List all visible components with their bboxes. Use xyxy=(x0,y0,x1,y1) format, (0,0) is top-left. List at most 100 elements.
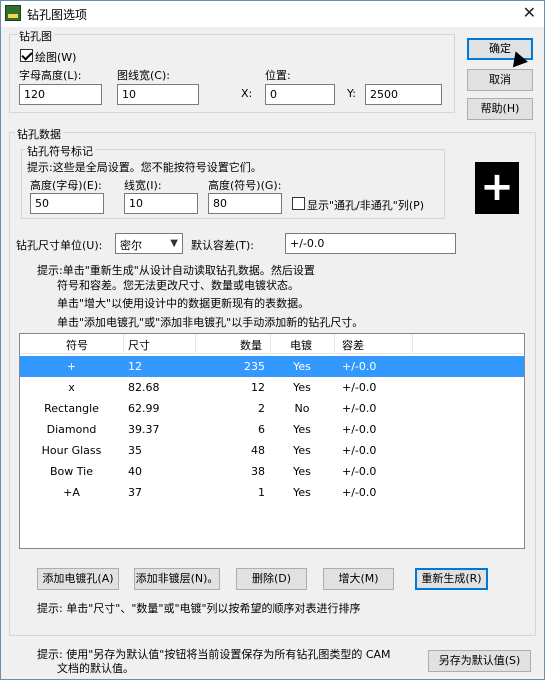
header-tolerance[interactable]: 容差 xyxy=(342,337,364,353)
close-icon[interactable]: ✕ xyxy=(523,3,536,22)
drill-drawing-group-label: 钻孔图 xyxy=(17,28,54,44)
cell-size: 37 xyxy=(128,486,142,499)
header-plated[interactable]: 电镀 xyxy=(290,337,312,353)
cell-size: 62.99 xyxy=(128,402,160,415)
sort-hint: 提示: 单击"尺寸"、"数量"或"电镀"列以按希望的顺序对表进行排序 xyxy=(37,602,361,615)
cell-tolerance: +/-0.0 xyxy=(342,444,377,457)
header-count[interactable]: 数量 xyxy=(240,337,262,353)
y-label: Y: xyxy=(347,87,356,100)
column-divider xyxy=(412,334,413,354)
add-hole-hint: 单击"添加电镀孔"或"添加非电镀孔"以手动添加新的钻孔尺寸。 xyxy=(57,316,364,329)
cell-tolerance: +/-0.0 xyxy=(342,486,377,499)
drill-size-unit-value: 密尔 xyxy=(120,239,142,252)
draw-checkbox[interactable] xyxy=(20,49,33,62)
save-default-hint-line2: 文档的默认值。 xyxy=(57,662,134,675)
x-label: X: xyxy=(241,87,253,100)
cell-count: 235 xyxy=(244,360,265,373)
cell-symbol: x xyxy=(68,381,75,394)
show-plated-column-checkbox[interactable] xyxy=(292,197,305,210)
column-divider xyxy=(270,334,271,354)
table-row[interactable]: Hour Glass 35 48 Yes +/-0.0 xyxy=(20,440,524,461)
table-header: 符号 尺寸 数量 电镀 容差 xyxy=(20,334,524,354)
table-row[interactable]: Diamond 39.37 6 Yes +/-0.0 xyxy=(20,419,524,440)
height-char-label: 高度(字母)(E): xyxy=(30,179,102,192)
header-symbol[interactable]: 符号 xyxy=(66,337,88,353)
default-tolerance-label: 默认容差(T): xyxy=(191,239,255,252)
cell-count: 2 xyxy=(258,402,265,415)
table-row[interactable]: Bow Tie 40 38 Yes +/-0.0 xyxy=(20,461,524,482)
help-button[interactable]: 帮助(H) xyxy=(467,98,533,120)
cell-tolerance: +/-0.0 xyxy=(342,402,377,415)
cell-plated: No xyxy=(294,402,310,415)
cell-symbol: Rectangle xyxy=(44,402,99,415)
column-divider xyxy=(195,334,196,354)
global-settings-hint: 提示:这些是全局设置。您不能按符号设置它们。 xyxy=(27,161,262,174)
cell-size: 12 xyxy=(128,360,142,373)
cell-plated: Yes xyxy=(293,486,311,499)
symbol-line-width-label: 线宽(I): xyxy=(124,179,162,192)
cell-size: 35 xyxy=(128,444,142,457)
header-size[interactable]: 尺寸 xyxy=(128,337,150,353)
cell-count: 1 xyxy=(258,486,265,499)
augment-button[interactable]: 增大(M) xyxy=(323,568,394,590)
cell-count: 38 xyxy=(251,465,265,478)
position-label: 位置: xyxy=(265,69,291,82)
add-nonplated-button[interactable]: 添加非镀层(N)。 xyxy=(134,568,220,590)
line-width-label: 图线宽(C): xyxy=(117,69,170,82)
cell-size: 40 xyxy=(128,465,142,478)
drill-symbol-group-label: 钻孔符号标记 xyxy=(25,143,95,159)
cell-plated: Yes xyxy=(293,423,311,436)
column-divider xyxy=(123,334,124,354)
table-row[interactable]: +A 37 1 Yes +/-0.0 xyxy=(20,482,524,503)
drill-drawing-options-dialog: 钻孔图选项 ✕ 钻孔图 绘图(W) 字母高度(L): 120 图线宽(C): 1… xyxy=(0,0,545,680)
cell-symbol: +A xyxy=(63,486,80,499)
cell-plated: Yes xyxy=(293,444,311,457)
y-input[interactable]: 2500 xyxy=(365,84,442,105)
cell-count: 12 xyxy=(251,381,265,394)
cell-size: 39.37 xyxy=(128,423,160,436)
app-icon xyxy=(5,5,21,21)
add-plated-button[interactable]: 添加电镀孔(A) xyxy=(37,568,119,590)
height-symbol-input[interactable]: 80 xyxy=(208,193,282,214)
height-char-input[interactable]: 50 xyxy=(30,193,104,214)
table-row[interactable]: +12 235 Yes +/-0.0 xyxy=(20,356,524,377)
default-tolerance-input[interactable]: +/-0.0 xyxy=(285,233,456,254)
drill-size-unit-select[interactable]: 密尔 ▼ xyxy=(115,233,183,254)
drill-table[interactable]: 符号 尺寸 数量 电镀 容差 +12 235 Yes +/-0.0 x 82.68 12 Ye… xyxy=(19,333,525,549)
regenerate-button[interactable]: 重新生成(R) xyxy=(415,568,488,590)
symbol-line-width-input[interactable]: 10 xyxy=(124,193,198,214)
save-as-default-button[interactable]: 另存为默认值(S) xyxy=(428,650,531,672)
cell-plated: Yes xyxy=(293,381,311,394)
cell-plated: Yes xyxy=(293,360,311,373)
char-height-label: 字母高度(L): xyxy=(19,69,82,82)
height-symbol-label: 高度(符号)(G): xyxy=(208,179,282,192)
delete-button[interactable]: 删除(D) xyxy=(236,568,307,590)
cell-tolerance: +/-0.0 xyxy=(342,465,377,478)
drill-data-group-label: 钻孔数据 xyxy=(15,126,63,142)
show-plated-column-label: 显示"通孔/非通孔"列(P) xyxy=(307,199,425,212)
cell-symbol: Diamond xyxy=(46,423,97,436)
x-input[interactable]: 0 xyxy=(265,84,335,105)
chevron-down-icon: ▼ xyxy=(170,238,178,249)
cell-plated: Yes xyxy=(293,465,311,478)
drill-size-unit-label: 钻孔尺寸单位(U): xyxy=(16,239,103,252)
cell-symbol: Bow Tie xyxy=(50,465,93,478)
column-divider xyxy=(334,334,335,354)
table-row[interactable]: x 82.68 12 Yes +/-0.0 xyxy=(20,377,524,398)
augment-hint: 单击"增大"以使用设计中的数据更新现有的表数据。 xyxy=(57,297,310,310)
regenerate-hint-line2: 符号和容差。您无法更改尺寸、数量或电镀状态。 xyxy=(57,279,299,292)
cancel-button[interactable]: 取消 xyxy=(467,69,533,91)
char-height-input[interactable]: 120 xyxy=(19,84,102,105)
cell-count: 6 xyxy=(258,423,265,436)
cell-symbol: Hour Glass xyxy=(41,444,102,457)
line-width-input[interactable]: 10 xyxy=(117,84,199,105)
cell-count: 48 xyxy=(251,444,265,457)
cell-size: 82.68 xyxy=(128,381,160,394)
regenerate-hint-line1: 提示:单击"重新生成"从设计自动读取钻孔数据。然后设置 xyxy=(37,264,315,277)
title-bar: 钻孔图选项 ✕ xyxy=(1,1,544,27)
window-title: 钻孔图选项 xyxy=(27,8,88,22)
table-row[interactable]: Rectangle 62.99 2 No +/-0.0 xyxy=(20,398,524,419)
cell-tolerance: +/-0.0 xyxy=(342,423,377,436)
cell-symbol: + xyxy=(66,360,77,373)
symbol-preview: + xyxy=(475,162,519,214)
